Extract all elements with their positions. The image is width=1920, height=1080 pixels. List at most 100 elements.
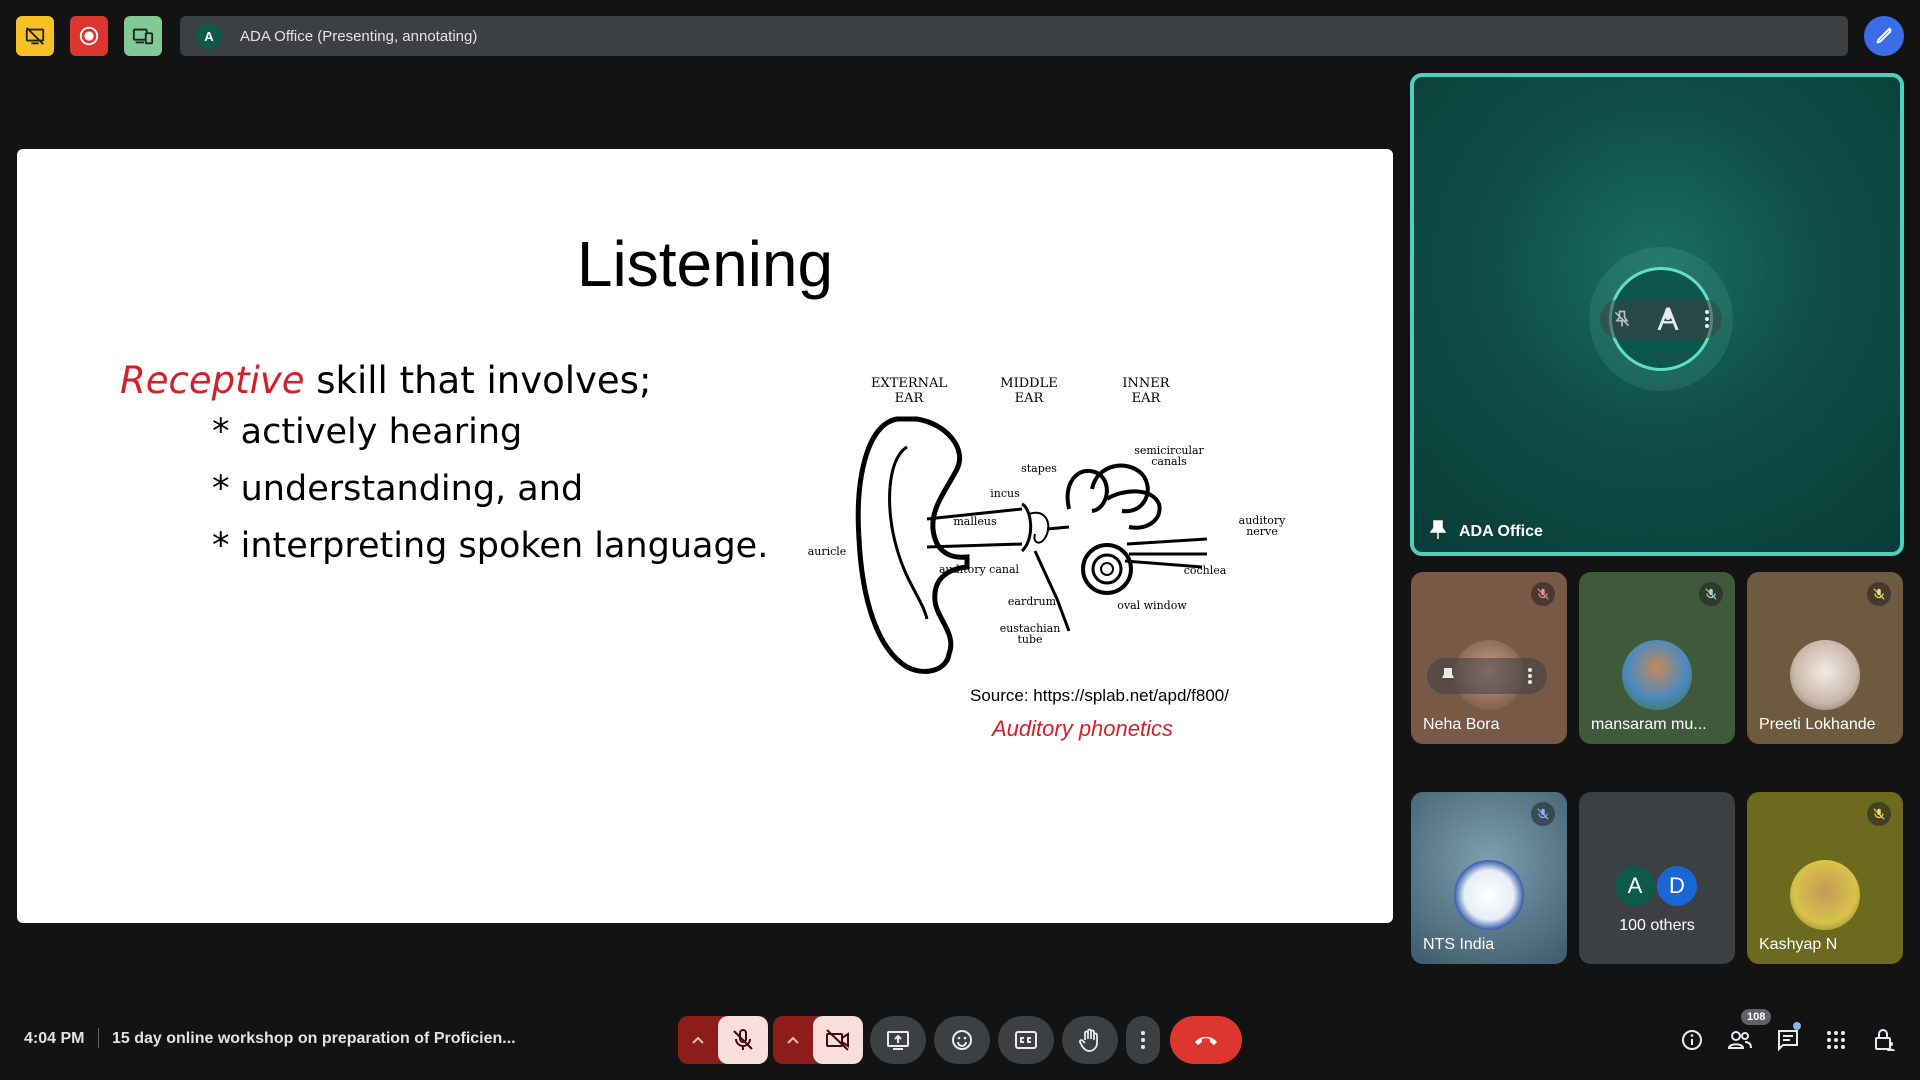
slide-caption: Auditory phonetics <box>992 716 1173 741</box>
label-external-ear-2: EAR <box>895 391 925 406</box>
others-tile[interactable]: A D 100 others <box>1579 792 1735 964</box>
shared-slide: Listening Receptive skill that involves;… <box>17 149 1393 923</box>
muted-icon <box>1531 582 1555 606</box>
participant-tile-kashyap-n[interactable]: Kashyap N <box>1747 792 1903 964</box>
lock-person-icon <box>1875 1029 1895 1051</box>
avatar <box>1454 860 1524 930</box>
muted-icon <box>1867 802 1891 826</box>
lead-rest: skill that involves; <box>304 359 652 402</box>
meeting-details-button[interactable] <box>1674 1022 1710 1058</box>
stop-presenting-icon <box>25 27 45 45</box>
cochlea-shape <box>1081 543 1133 595</box>
more-options-icon[interactable] <box>1527 667 1533 685</box>
meeting-title: 15 day online workshop on preparation of… <box>112 1030 516 1047</box>
host-controls-button[interactable] <box>1866 1022 1902 1058</box>
mic-icon[interactable]: A <box>1656 304 1680 334</box>
participant-tile-nts-india[interactable]: NTS India <box>1411 792 1567 964</box>
reactions-button[interactable] <box>934 1016 990 1064</box>
participant-tile-mansaram[interactable]: mansaram mu... <box>1579 572 1735 744</box>
unpin-icon[interactable] <box>1612 309 1632 329</box>
present-screen-icon <box>887 1031 909 1050</box>
companion-mode-button[interactable] <box>124 16 162 56</box>
participant-name: Neha Bora <box>1423 716 1500 733</box>
participant-tile-neha-bora[interactable]: Neha Bora <box>1411 572 1567 744</box>
other-avatar-a: A <box>1613 864 1657 908</box>
microphone-control <box>678 1016 768 1064</box>
label-oval-window: oval window <box>1117 599 1187 612</box>
annotate-icon <box>1876 26 1893 44</box>
chat-icon <box>1778 1030 1798 1052</box>
label-auditory-canal: auditory canal <box>939 563 1020 576</box>
present-now-button[interactable] <box>870 1016 926 1064</box>
presenter-avatar: A <box>196 23 222 49</box>
presenter-status: ADA Office (Presenting, annotating) <box>240 27 478 45</box>
participant-tile-preeti-lokhande[interactable]: Preeti Lokhande <box>1747 572 1903 744</box>
ear-diagram: EXTERNAL EAR MIDDLE EAR INNER EAR semici… <box>808 376 1286 674</box>
label-inner-ear-1: INNER <box>1122 376 1170 391</box>
people-icon <box>1727 1031 1752 1049</box>
more-vert-icon <box>1141 1031 1145 1049</box>
mic-toggle-button[interactable] <box>718 1016 768 1064</box>
presenter-bar: A ADA Office (Presenting, annotating) <box>180 16 1848 56</box>
participant-name: mansaram mu... <box>1591 716 1707 733</box>
more-options-button[interactable] <box>1126 1016 1160 1064</box>
label-middle-ear-1: MIDDLE <box>1000 376 1057 391</box>
label-inner-ear-2: EAR <box>1132 391 1162 406</box>
captions-button[interactable] <box>998 1016 1054 1064</box>
participant-name: Preeti Lokhande <box>1759 716 1876 733</box>
muted-icon <box>1867 582 1891 606</box>
info-icon <box>1682 1030 1702 1050</box>
slide-title: Listening <box>576 228 834 300</box>
chevron-up-icon <box>787 1036 799 1044</box>
hand-icon <box>1079 1028 1098 1052</box>
audio-settings-button[interactable] <box>678 1035 718 1045</box>
chevron-up-icon <box>692 1036 704 1044</box>
label-eardrum: eardrum <box>1008 595 1057 608</box>
pinned-tile-name: ADA Office <box>1459 523 1543 540</box>
bullet-3: * interpreting spoken language. <box>212 526 769 566</box>
annotate-button[interactable] <box>1864 16 1904 56</box>
video-settings-button[interactable] <box>773 1035 813 1045</box>
more-options-icon[interactable] <box>1704 309 1710 329</box>
leave-call-button[interactable] <box>1170 1016 1242 1064</box>
lead-highlight: Receptive <box>120 359 305 402</box>
others-count: 100 others <box>1619 917 1695 934</box>
participant-count-badge: 108 <box>1741 1009 1772 1025</box>
camera-off-icon <box>826 1029 849 1051</box>
label-incus: incus <box>990 487 1020 500</box>
pin-icon <box>1430 520 1446 539</box>
activities-button[interactable] <box>1818 1022 1854 1058</box>
recording-icon <box>79 26 99 46</box>
camera-toggle-button[interactable] <box>813 1016 863 1064</box>
muted-icon <box>1531 802 1555 826</box>
apps-grid-icon <box>1827 1031 1845 1049</box>
label-middle-ear-2: EAR <box>1015 391 1045 406</box>
mic-off-icon <box>733 1029 753 1050</box>
pinned-presenter-tile[interactable]: A ADA Office <box>1410 73 1904 556</box>
label-malleus: malleus <box>953 515 997 528</box>
clock: 4:04 PM <box>24 1030 85 1047</box>
label-external-ear-1: EXTERNAL <box>871 376 947 391</box>
stop-presenting-button[interactable] <box>16 16 54 56</box>
other-avatar-d: D <box>1655 864 1699 908</box>
closed-captions-icon <box>1015 1031 1037 1049</box>
people-button[interactable] <box>1722 1022 1758 1058</box>
avatar <box>1790 860 1860 930</box>
tile-hover-controls <box>1427 658 1547 694</box>
slide-source: Source: https://splab.net/apd/f800/ <box>970 686 1229 705</box>
bullet-1: * actively hearing <box>212 412 523 452</box>
muted-icon <box>1699 582 1723 606</box>
pin-icon[interactable] <box>1441 667 1455 685</box>
raise-hand-button[interactable] <box>1062 1016 1118 1064</box>
label-eustachian-2: tube <box>1017 633 1042 646</box>
camera-control <box>773 1016 863 1064</box>
divider <box>98 1028 99 1048</box>
label-cochlea: cochlea <box>1184 564 1227 577</box>
recording-button[interactable] <box>70 16 108 56</box>
emoji-icon <box>952 1030 972 1050</box>
participant-name: Kashyap N <box>1759 936 1838 953</box>
participant-name: NTS India <box>1423 936 1495 953</box>
chat-unread-dot <box>1793 1022 1801 1030</box>
tile-hover-controls: A <box>1600 299 1722 339</box>
label-semicircular-2: canals <box>1151 455 1187 468</box>
